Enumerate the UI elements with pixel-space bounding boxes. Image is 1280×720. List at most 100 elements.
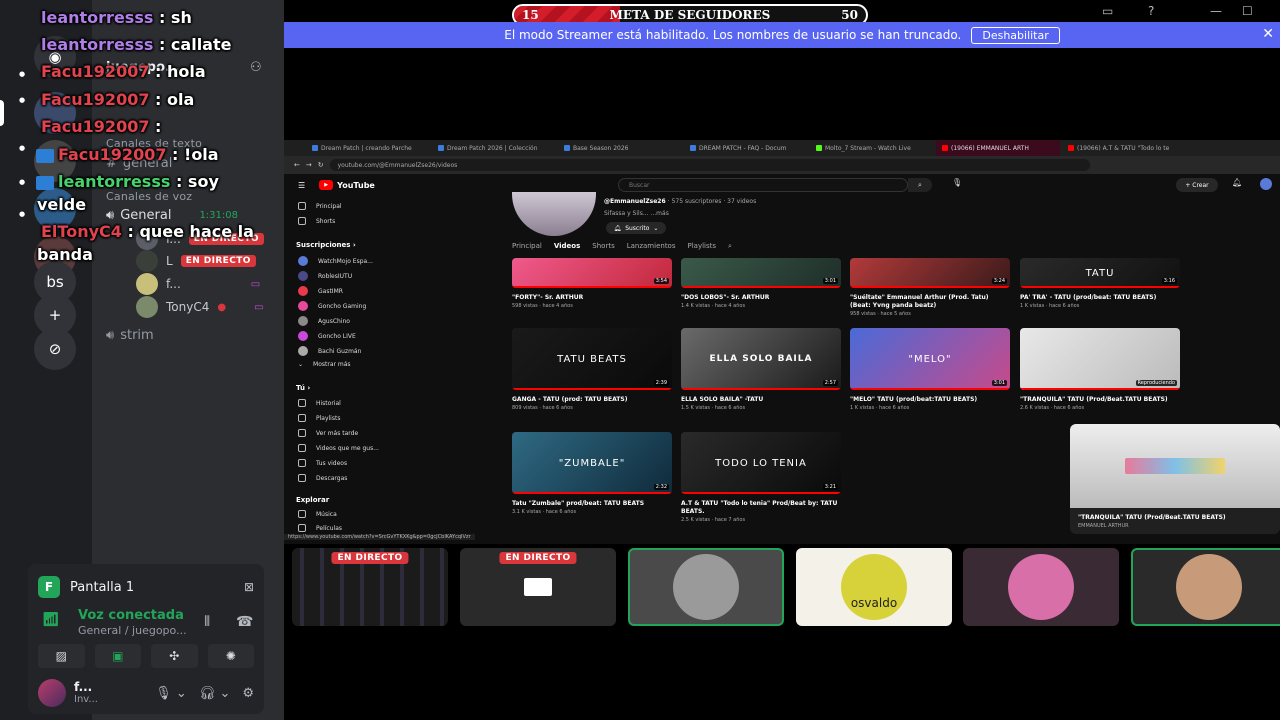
participant-tile[interactable] [1131,548,1280,626]
invite-icon[interactable]: ⚇ [250,60,262,75]
inbox-icon[interactable]: ▭ [1102,4,1113,18]
video-thumbnail[interactable]: "MELO" 3:01 [850,328,1010,390]
video-thumbnail[interactable]: "ZUMBALE" 2:32 [512,432,672,494]
video-hover-preview[interactable]: "TRANQUILA" TATU (Prod/Beat.TATU BEATS) … [1070,424,1280,534]
create-button[interactable]: + Crear [1176,178,1218,192]
camera-button[interactable]: ▨ [38,644,85,668]
maximize-icon[interactable]: ☐ [1242,4,1253,18]
browser-tab[interactable]: DREAM PATCH - FAQ - Docum [684,140,808,156]
yt-sub[interactable]: Goncho Gaming [298,301,366,311]
yt-you-item[interactable]: Ver más tarde [298,429,358,437]
disable-streamer-button[interactable]: Deshabilitar [971,26,1060,44]
channel-avatar[interactable] [512,192,596,236]
yt-you-item[interactable]: Tus videos [298,459,347,467]
participant-tile[interactable] [628,548,784,626]
video-card[interactable]: "ZUMBALE" 2:32 Tatu "Zumbale" prod/beat: T… [512,432,672,515]
yt-sub[interactable]: GastIMR [298,286,343,296]
tab-lanzamientos[interactable]: Lanzamientos [627,242,676,251]
minimize-icon[interactable]: — [1210,4,1222,18]
yt-sub[interactable]: RoblesIUTU [298,271,352,281]
microphone-icon[interactable]: 🎙︎ ⌄ [155,686,187,701]
video-card[interactable]: "MELO" 3:01 "MELO" TATU (prod/beat:TATU BE… [850,328,1010,411]
gear-icon[interactable]: ⚙ [242,686,254,701]
subscribed-button[interactable]: 🔔︎ Suscrito ⌄ [606,222,666,234]
video-title[interactable]: "Suéltate" Emmanuel Arthur (Prod. Tatu) … [850,294,1010,310]
browser-tab[interactable]: (19066) A.T & TATU "Todo lo te [1062,140,1186,156]
video-title[interactable]: A.T & TATU "Todo lo tenia" Prod/Beat by:… [681,500,841,516]
yt-you-item[interactable]: Descargas [298,474,347,482]
voice-user-4[interactable]: TonyC4 ● ▭ [136,296,264,318]
video-card[interactable]: 3:01 "DOS LOBOS"- Sr. ARTHUR 1.4 K vistas … [681,258,841,309]
yt-show-more[interactable]: ⌄ Mostrar más [298,361,351,368]
yt-sub[interactable]: WatchMojo Espa... [298,256,373,266]
youtube-logo[interactable]: ☰ ▶ YouTube [298,180,375,190]
yt-search-input[interactable]: Buscar [618,178,908,192]
video-thumbnail[interactable]: 3:24 [850,258,1010,288]
browser-tab[interactable]: Molto_7 Stream - Watch Live [810,140,934,156]
participant-tile[interactable]: EN DIRECTO [460,548,616,626]
browser-tab[interactable]: Dream Patch | creando Parche [306,140,430,156]
subscriptions-header[interactable]: Suscripciones › [296,241,356,249]
yt-sub[interactable]: AgusChino [298,316,350,326]
disconnect-icon[interactable]: ☎ [236,614,253,630]
soundboard-button[interactable]: ✺ [207,644,254,668]
search-icon[interactable]: ⌕ [908,178,932,192]
video-thumbnail[interactable]: TATU 3:16 [1020,258,1180,288]
yt-you-item[interactable]: Videos que me gus... [298,444,379,452]
url-field[interactable]: youtube.com/@EmmanuelZse26/videos [329,159,1090,171]
video-thumbnail[interactable]: 3:54 [512,258,672,288]
discover-button[interactable]: ⊘ [34,328,76,370]
video-title[interactable]: PA' TRA' - TATU (prod/beat: TATU BEATS) [1020,294,1180,302]
participant-tile[interactable] [963,548,1119,626]
share-screen-button[interactable]: ▣ [94,644,141,668]
browser-tab-active[interactable]: (19066) EMMANUEL ARTH [936,140,1060,156]
help-icon[interactable]: ? [1148,4,1154,18]
forward-icon[interactable]: → [306,161,312,169]
back-icon[interactable]: ← [294,161,300,169]
yt-sub[interactable]: Bachi Guzmán [298,346,361,356]
video-thumbnail[interactable]: TODO LO TENIA 3:21 [681,432,841,494]
yt-nav-principal[interactable]: Principal [298,202,342,210]
voice-channel-strim[interactable]: 🔊︎ strim [106,324,154,346]
participant-tile[interactable]: EN DIRECTO [292,548,448,626]
noise-suppression-icon[interactable]: ⦀ [204,614,210,630]
video-thumbnail[interactable]: Reproduciendo [1020,328,1180,390]
tab-principal[interactable]: Principal [512,242,542,251]
video-thumbnail[interactable]: TATU BEATS 2:39 [512,328,672,390]
yt-you-item[interactable]: Playlists [298,414,340,422]
microphone-icon[interactable]: 🎙︎ [952,178,962,187]
video-thumbnail[interactable]: 3:01 [681,258,841,288]
stop-share-icon[interactable]: ⊠ [244,580,254,594]
close-icon[interactable]: ✕ [1262,26,1274,42]
video-card[interactable]: TATU 3:16 PA' TRA' - TATU (prod/beat: TATU… [1020,258,1180,309]
signal-icon[interactable]: 📶︎ [42,612,60,628]
tab-playlists[interactable]: Playlists [688,242,717,251]
video-thumbnail[interactable]: ELLA SOLO BAILA 2:57 [681,328,841,390]
channel-description[interactable]: Sifassa y Sils... ...más [604,210,669,217]
yt-explore-item[interactable]: Películas [298,524,342,532]
user-avatar[interactable] [38,679,66,707]
video-card[interactable]: TATU BEATS 2:39 GANGA - TATU (prod: TATU B… [512,328,672,411]
browser-tab[interactable]: Dream Patch 2026 | Colección [432,140,556,156]
account-avatar[interactable] [1260,178,1272,190]
video-card[interactable]: 3:24 "Suéltate" Emmanuel Arthur (Prod. Ta… [850,258,1010,317]
yt-you-item[interactable]: Historial [298,399,341,407]
tab-shorts[interactable]: Shorts [592,242,614,251]
video-title[interactable]: "MELO" TATU (prod/beat:TATU BEATS) [850,396,1010,404]
search-icon[interactable]: ⌕ [728,242,732,251]
yt-nav-shorts[interactable]: Shorts [298,217,335,225]
browser-tab[interactable]: Base Season 2026 [558,140,682,156]
voice-category[interactable]: Canales de voz [106,190,192,203]
yt-sub[interactable]: Goncho LIVE [298,331,356,341]
yt-explore-item[interactable]: Música [298,510,337,518]
you-header[interactable]: Tú › [296,384,310,392]
activities-button[interactable]: ✣ [151,644,198,668]
video-title[interactable]: "TRANQUILA" TATU (Prod/Beat.TATU BEATS) [1020,396,1180,404]
headphones-icon[interactable]: 🎧︎ ⌄ [199,686,231,701]
video-card[interactable]: ELLA SOLO BAILA 2:57 ELLA SOLO BAILA" -TAT… [681,328,841,411]
video-title[interactable]: GANGA - TATU (prod: TATU BEATS) [512,396,672,404]
video-card[interactable]: TODO LO TENIA 3:21 A.T & TATU "Todo lo ten… [681,432,841,523]
video-title[interactable]: "FORTY"- Sr. ARTHUR [512,294,672,302]
bell-icon[interactable]: 🔔︎ [1232,178,1242,187]
stream-view[interactable]: Dream Patch | creando Parche Dream Patch… [284,140,1280,544]
